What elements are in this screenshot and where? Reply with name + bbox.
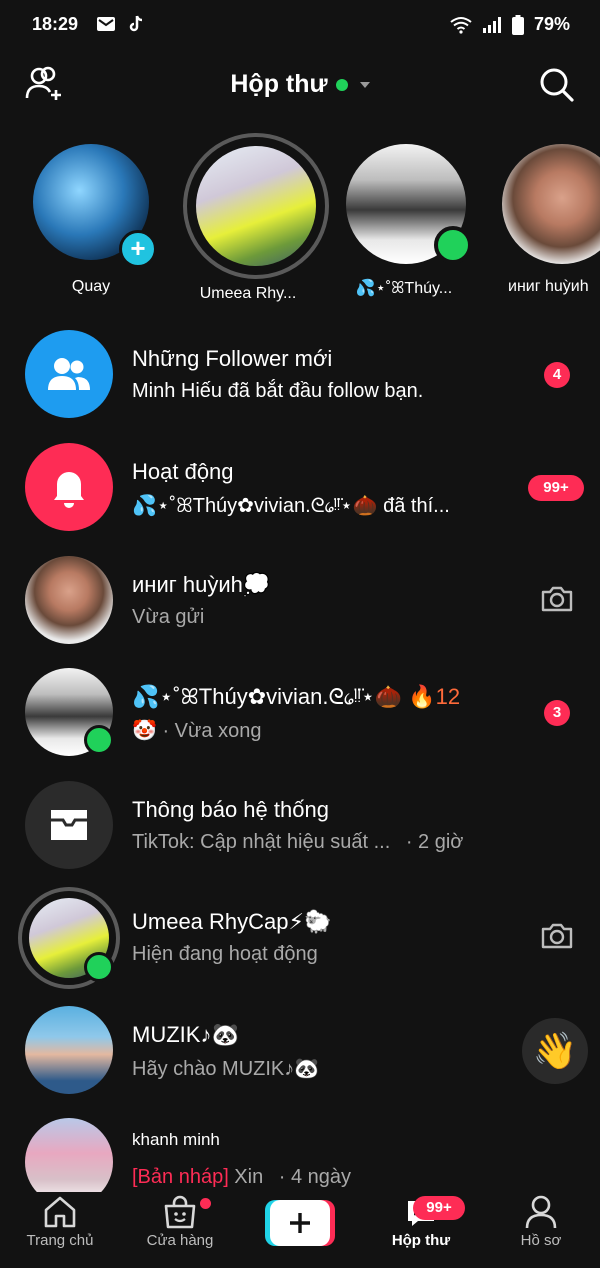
bell-icon [54, 472, 84, 508]
row-subtitle: Minh Hiếu đã bắt đầu follow bạn. [132, 380, 424, 402]
row-title: иниг huỳиh💭 [132, 572, 271, 597]
row-subtitle: 💦⋆˚ꕤThúy✿vivian.ᘓ᥀ᵎ̈ᵎ̈⋆🌰 đã thí... [132, 495, 450, 517]
row-subtitle: Vừa gửi [132, 606, 205, 628]
camera-icon[interactable] [540, 923, 574, 949]
streak-count: 🔥12 [408, 684, 461, 709]
chat-row[interactable]: 💦⋆˚ꕤThúy✿vivian.ᘓ᥀ᵎ̈ᵎ̈⋆🌰 🔥12 🤡 · Vừa xon… [0, 668, 600, 780]
page-title-area[interactable]: Hộp thư [0, 70, 600, 99]
chat-row[interactable]: MUZIK♪🐼 Hãy chào MUZIK♪🐼 👋 [0, 1006, 600, 1118]
profile-icon [525, 1195, 557, 1229]
message-time: · 2 giờ [405, 831, 464, 853]
unread-count-badge: 99+ [528, 475, 584, 501]
plus-icon [290, 1213, 310, 1233]
row-title: Hoạt động [132, 459, 234, 484]
nav-home-label: Trang chủ [26, 1232, 94, 1249]
chat-row[interactable]: иниг huỳиh💭 Vừa gửi [0, 556, 600, 668]
shop-notification-dot [200, 1198, 211, 1209]
battery-icon [511, 14, 524, 35]
online-badge [84, 952, 114, 982]
inbox-row-new-followers[interactable]: Những Follower mới Minh Hiếu đã bắt đầu … [0, 330, 600, 442]
bottom-nav: Trang chủ Cửa hàng 99+ Hộp thư Hồ sơ [0, 1192, 600, 1268]
system-icon-circle [25, 781, 113, 869]
nav-shop-label: Cửa hàng [146, 1232, 214, 1249]
wave-icon: 👋 [532, 1030, 578, 1071]
create-button[interactable] [265, 1200, 335, 1246]
row-subtitle: [Bản nháp] Xin · 4 ngày [132, 1166, 351, 1189]
story-item[interactable]: иниг huỳиh [500, 140, 600, 296]
tiktok-icon [129, 15, 143, 32]
story-avatar [196, 146, 316, 266]
message-preview: Xin [228, 1166, 264, 1188]
row-title: Thông báo hệ thống [132, 797, 329, 822]
nav-shop[interactable]: Cửa hàng [120, 1192, 240, 1249]
story-name: Umeea Rhy... [199, 285, 297, 302]
online-status-dot [335, 78, 348, 91]
activity-icon-circle [25, 443, 113, 531]
message-time: · Vừa xong [156, 720, 262, 742]
status-emoji: 🤡 [132, 720, 157, 742]
battery-level: 79% [533, 14, 570, 34]
chat-row[interactable]: Umeea RhyCap⚡🐑 Hiện đang hoạt động [0, 887, 600, 1005]
row-title: Umeea RhyCap⚡🐑 [132, 909, 332, 934]
contact-avatar [25, 1118, 113, 1192]
add-story-icon[interactable]: + [119, 230, 157, 268]
shopping-bag-icon [164, 1195, 196, 1229]
nav-inbox[interactable]: 99+ Hộp thư [361, 1192, 481, 1249]
nav-profile[interactable]: Hồ sơ [481, 1192, 600, 1249]
wifi-icon [450, 16, 472, 34]
story-name: Quay [71, 278, 111, 295]
status-time: 18:29 [32, 14, 79, 34]
inbox-row-system[interactable]: Thông báo hệ thống TikTok: Cập nhật hiệu… [0, 781, 600, 893]
message-preview: TikTok: Cập nhật hiệu suất ... [132, 831, 391, 853]
unread-count-badge: 3 [544, 700, 570, 726]
inbox-count-badge: 99+ [413, 1196, 465, 1220]
row-title: Những Follower mới [132, 346, 333, 371]
row-title: khanh minh [132, 1130, 220, 1149]
draft-label: [Bản nháp] [132, 1166, 229, 1188]
row-title: 💦⋆˚ꕤThúy✿vivian.ᘓ᥀ᵎ̈ᵎ̈⋆🌰 🔥12 [132, 684, 460, 710]
story-name: 💦⋆˚ꕤThúy... [355, 280, 453, 297]
story-avatar [502, 144, 600, 264]
story-create[interactable]: + Quay [26, 140, 157, 296]
unread-count-badge: 4 [544, 362, 570, 388]
online-badge [434, 226, 472, 264]
home-icon [44, 1196, 76, 1228]
row-subtitle: 🤡 · Vừa xong [132, 718, 261, 743]
row-subtitle: Hãy chào MUZIK♪🐼 [132, 1058, 320, 1080]
chevron-down-icon [359, 81, 370, 88]
contact-name: 💦⋆˚ꕤThúy✿vivian.ᘓ᥀ᵎ̈ᵎ̈⋆🌰 [132, 684, 403, 709]
users-icon [48, 358, 90, 390]
story-name: иниг huỳиh [508, 278, 589, 295]
row-subtitle: TikTok: Cập nhật hiệu suất ... · 2 giờ [132, 831, 463, 854]
row-title: MUZIK♪🐼 [132, 1022, 239, 1047]
signal-icon [482, 16, 501, 33]
camera-icon[interactable] [540, 586, 574, 612]
row-subtitle: Hiện đang hoạt động [132, 943, 318, 965]
online-badge [84, 725, 114, 755]
message-time: · 4 ngày [278, 1166, 352, 1188]
nav-inbox-label: Hộp thư [391, 1232, 451, 1249]
page-title: Hộp thư [230, 70, 328, 98]
chat-row[interactable]: khanh minh [Bản nháp] Xin · 4 ngày [0, 1118, 600, 1192]
gmail-icon [97, 17, 115, 31]
inbox-tray-icon [51, 810, 87, 840]
story-item[interactable]: Umeea Rhy... [183, 133, 329, 303]
nav-home[interactable]: Trang chủ [0, 1192, 120, 1249]
wave-button[interactable]: 👋 [522, 1018, 588, 1084]
inbox-row-activity[interactable]: Hoạt động 💦⋆˚ꕤThúy✿vivian.ᘓ᥀ᵎ̈ᵎ̈⋆🌰 đã th… [0, 443, 600, 555]
nav-profile-label: Hồ sơ [520, 1232, 562, 1249]
status-system-icons: 79% [450, 14, 570, 35]
contact-avatar [25, 556, 113, 644]
contact-avatar [25, 1006, 113, 1094]
search-icon[interactable] [538, 66, 576, 104]
status-notification-icons [96, 14, 146, 34]
story-item[interactable]: 💦⋆˚ꕤThúy... [339, 140, 472, 298]
followers-icon-circle [25, 330, 113, 418]
